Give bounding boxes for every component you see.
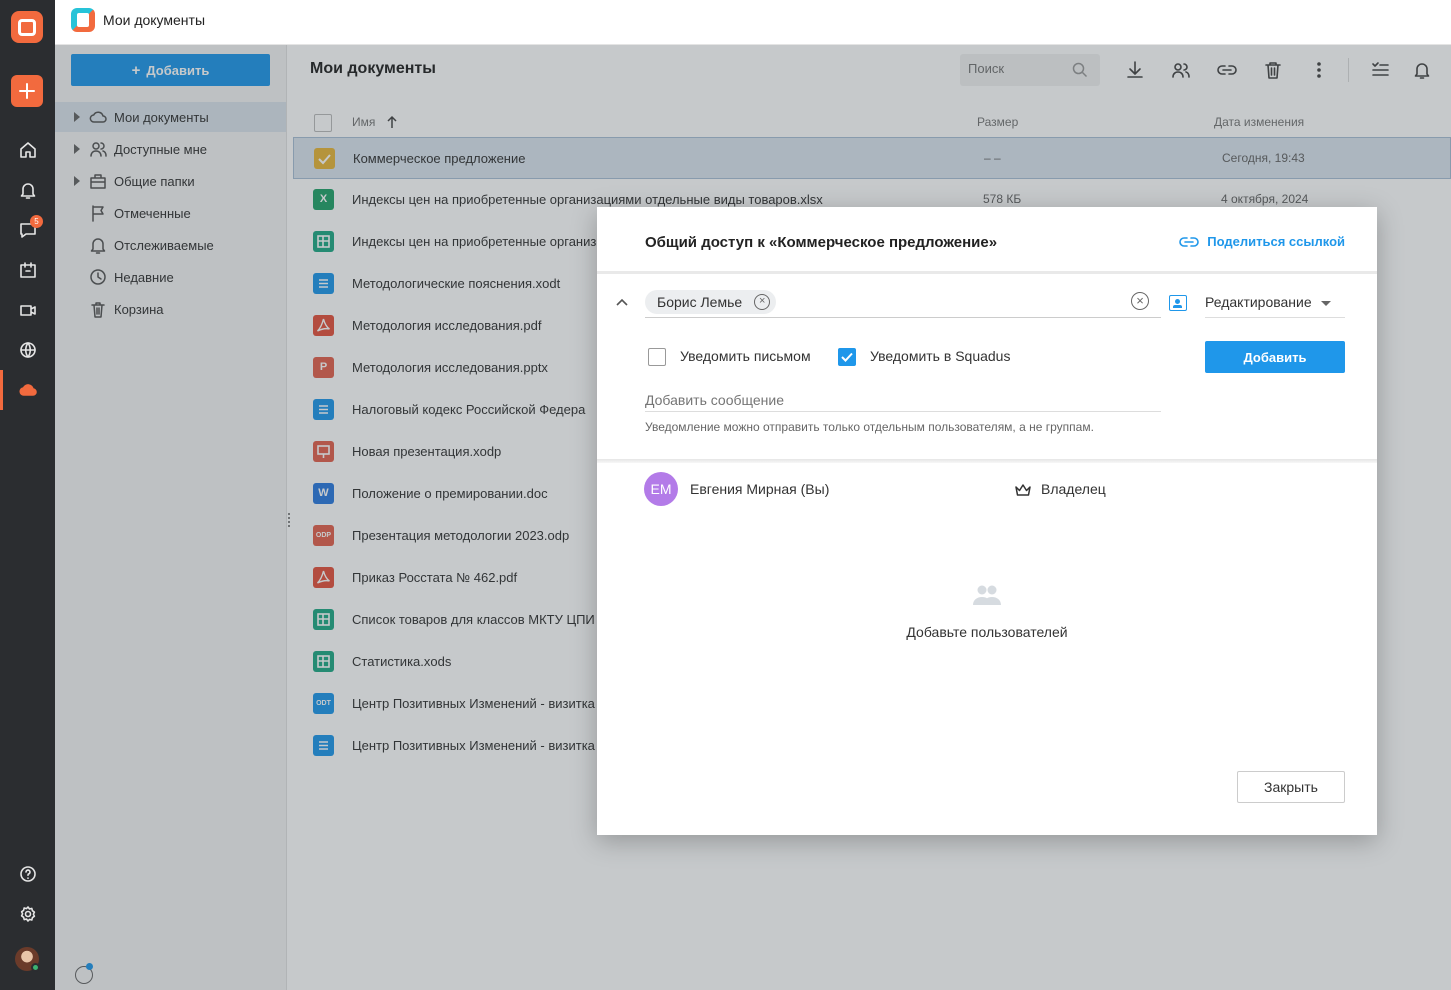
dialog-header-divider bbox=[597, 271, 1377, 274]
chevron-down-icon bbox=[1321, 301, 1331, 306]
owner-avatar: ЕМ bbox=[644, 472, 678, 506]
close-button-label: Закрыть bbox=[1264, 779, 1318, 795]
owner-row: ЕМ Евгения Мирная (Вы) Владелец bbox=[644, 472, 1344, 506]
notification-hint: Уведомление можно отправить только отдел… bbox=[645, 420, 1094, 434]
bell-icon bbox=[20, 183, 35, 199]
owner-initials: ЕМ bbox=[650, 481, 672, 497]
collapse-chevron-icon[interactable] bbox=[615, 296, 629, 310]
empty-users-icon bbox=[973, 585, 1001, 605]
remove-recipient-icon[interactable]: × bbox=[754, 294, 771, 310]
rail-notifications[interactable] bbox=[0, 170, 55, 210]
crown-icon bbox=[1015, 484, 1031, 496]
rail-settings[interactable] bbox=[0, 894, 55, 934]
create-button[interactable] bbox=[11, 75, 43, 107]
home-icon bbox=[19, 142, 36, 158]
owner-role: Владелец bbox=[1041, 481, 1106, 497]
add-recipient-button[interactable]: Добавить bbox=[1205, 341, 1345, 373]
close-button[interactable]: Закрыть bbox=[1237, 771, 1345, 803]
dialog-section-divider bbox=[597, 459, 1377, 463]
add-recipient-button-label: Добавить bbox=[1243, 349, 1307, 365]
notify-email-label[interactable]: Уведомить письмом bbox=[680, 348, 811, 364]
link-icon bbox=[1179, 236, 1200, 247]
share-dialog: Общий доступ к «Коммерческое предложение… bbox=[597, 207, 1377, 835]
recipient-tag-label: Борис Лемье bbox=[657, 294, 743, 310]
notify-squadus-checkbox[interactable] bbox=[838, 348, 856, 366]
rail-calendar[interactable] bbox=[0, 250, 55, 290]
permission-select[interactable]: Редактирование bbox=[1205, 288, 1345, 318]
message-input[interactable] bbox=[645, 392, 1145, 408]
permission-value: Редактирование bbox=[1205, 294, 1312, 310]
help-icon bbox=[19, 866, 36, 882]
rail-documents[interactable] bbox=[0, 370, 55, 410]
dialog-title: Общий доступ к «Коммерческое предложение… bbox=[645, 234, 998, 251]
video-icon bbox=[19, 305, 36, 316]
rail-web[interactable] bbox=[0, 330, 55, 370]
rail-help[interactable] bbox=[0, 854, 55, 894]
notify-squadus-label[interactable]: Уведомить в Squadus bbox=[870, 348, 1010, 364]
message-field[interactable] bbox=[645, 390, 1161, 412]
owner-name: Евгения Мирная (Вы) bbox=[690, 481, 830, 497]
plus-icon bbox=[19, 83, 35, 99]
top-bar: Мои документы bbox=[55, 0, 1451, 45]
share-link-label: Поделиться ссылкой bbox=[1207, 234, 1345, 249]
globe-icon bbox=[19, 342, 36, 358]
user-avatar[interactable] bbox=[15, 947, 40, 972]
empty-state-text: Добавьте пользователей bbox=[906, 624, 1068, 640]
messages-badge: 5 bbox=[30, 215, 43, 228]
app-title: Мои документы bbox=[103, 12, 206, 28]
notify-email-checkbox[interactable] bbox=[648, 348, 666, 366]
documents-app-icon bbox=[71, 8, 95, 32]
settings-icon bbox=[20, 906, 35, 922]
rail-messages[interactable]: 5 bbox=[0, 210, 55, 250]
share-link-button[interactable]: Поделиться ссылкой bbox=[1179, 234, 1345, 249]
rail-video[interactable] bbox=[0, 290, 55, 330]
calendar-icon bbox=[19, 262, 36, 278]
checkmark-icon bbox=[841, 352, 853, 362]
app-rail: 5 bbox=[0, 0, 55, 990]
cloud-icon bbox=[18, 384, 37, 396]
online-status-dot bbox=[31, 963, 40, 972]
rail-home[interactable] bbox=[0, 130, 55, 170]
recipients-input[interactable]: Борис Лемье × × bbox=[645, 288, 1161, 318]
app-logo[interactable] bbox=[11, 11, 43, 43]
address-book-icon[interactable] bbox=[1169, 295, 1187, 311]
logo-mark-icon bbox=[18, 18, 36, 36]
clear-input-icon[interactable]: × bbox=[1131, 292, 1149, 310]
recipient-tag: Борис Лемье × bbox=[645, 290, 777, 314]
